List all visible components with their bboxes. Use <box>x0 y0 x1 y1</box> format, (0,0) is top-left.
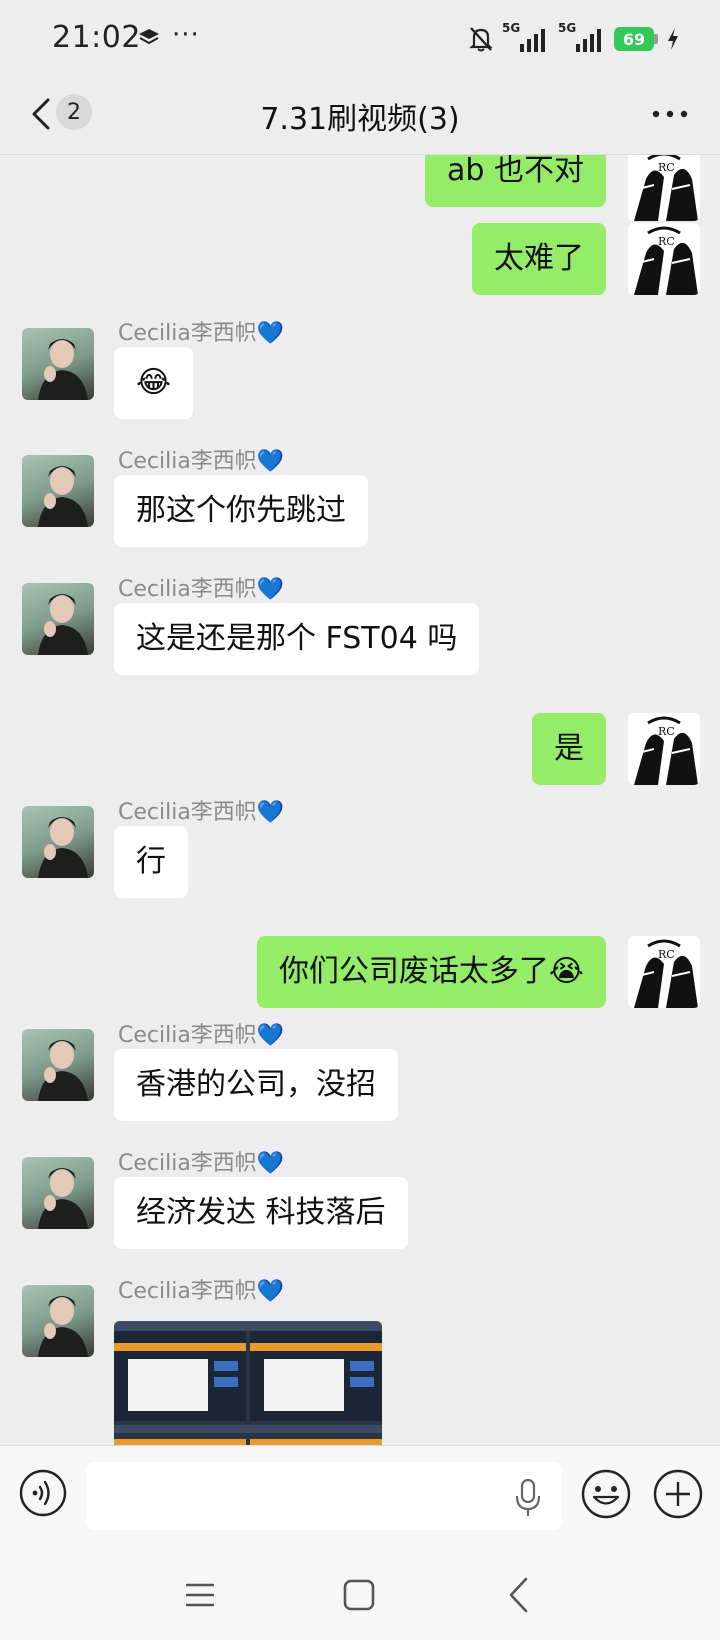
chat-title: 7.31刷视频(3) <box>260 102 460 137</box>
message-bubble-in[interactable]: 行 <box>114 826 188 898</box>
status-time: 21:02 <box>52 20 141 55</box>
my-avatar[interactable]: RC <box>628 155 700 221</box>
sender-name: Cecilia李西帜💙 <box>118 321 285 346</box>
message-input[interactable] <box>86 1462 562 1530</box>
battery-level: 69 <box>614 27 654 51</box>
system-navigation-bar <box>0 1546 720 1640</box>
svg-text:RC: RC <box>658 725 675 738</box>
contact-avatar[interactable] <box>22 328 94 400</box>
message-bubble-in[interactable]: 😂 <box>114 347 194 419</box>
message-bubble-in[interactable]: 那这个你先跳过 <box>114 475 368 547</box>
svg-text:RC: RC <box>658 161 675 174</box>
sender-name: Cecilia李西帜💙 <box>118 449 285 474</box>
voice-icon[interactable] <box>18 1468 68 1518</box>
image-message[interactable] <box>114 1321 382 1445</box>
contact-avatar[interactable] <box>22 455 94 527</box>
my-avatar[interactable]: RC <box>628 936 700 1008</box>
sender-name: Cecilia李西帜💙 <box>118 800 285 825</box>
contact-avatar[interactable] <box>22 1157 94 1229</box>
chat-header: 2 7.31刷视频(3) <box>0 80 720 155</box>
system-back-icon[interactable] <box>506 1576 530 1614</box>
contact-avatar[interactable] <box>22 806 94 878</box>
message-bubble-out[interactable]: ab 也不对 <box>425 155 606 207</box>
message-bubble-in[interactable]: 香港的公司，没招 <box>114 1049 398 1121</box>
my-avatar[interactable]: RC <box>628 223 700 295</box>
contact-avatar[interactable] <box>22 1029 94 1101</box>
message-list[interactable]: RC ab 也不对 RC 太难了 Cecilia李西帜💙 😂 Cecilia李西… <box>0 155 720 1445</box>
charging-bolt-icon <box>668 28 678 50</box>
sender-name: Cecilia李西帜💙 <box>118 577 285 602</box>
plus-icon[interactable] <box>652 1468 704 1520</box>
sender-name: Cecilia李西帜💙 <box>118 1279 285 1304</box>
message-bubble-in[interactable]: 这是还是那个 FST04 吗 <box>114 603 480 675</box>
sender-name: Cecilia李西帜💙 <box>118 1151 285 1176</box>
status-bar: 21:02 ··· 5G 5G 69 <box>0 0 720 80</box>
message-bubble-out[interactable]: 你们公司废话太多了😭 <box>256 936 606 1008</box>
mute-bell-icon <box>469 27 493 52</box>
signal-icon-2: 5G <box>558 21 606 54</box>
signal-1-label: 5G <box>502 21 521 35</box>
contact-avatar[interactable] <box>22 583 94 655</box>
status-more-dots: ··· <box>172 20 200 50</box>
svg-text:RC: RC <box>658 235 675 248</box>
status-icons: 5G 5G 69 <box>468 21 680 56</box>
my-avatar[interactable]: RC <box>628 713 700 785</box>
recents-menu-icon[interactable] <box>184 1580 216 1610</box>
signal-2-label: 5G <box>558 21 577 35</box>
message-bubble-out[interactable]: 太难了 <box>472 223 606 295</box>
message-bubble-in[interactable]: 经济发达 科技落后 <box>114 1177 408 1249</box>
input-bar <box>0 1445 720 1546</box>
mic-icon[interactable] <box>514 1478 542 1518</box>
more-dots-icon[interactable] <box>650 104 690 124</box>
battery-icon: 69 <box>614 27 658 51</box>
sender-name: Cecilia李西帜💙 <box>118 1023 285 1048</box>
message-bubble-out[interactable]: 是 <box>532 713 606 785</box>
svg-text:RC: RC <box>658 948 675 961</box>
emoji-icon[interactable] <box>580 1468 632 1520</box>
home-square-icon[interactable] <box>342 1578 376 1612</box>
contact-avatar[interactable] <box>22 1285 94 1357</box>
layers-icon <box>139 29 159 45</box>
signal-icon-1: 5G <box>502 21 550 54</box>
